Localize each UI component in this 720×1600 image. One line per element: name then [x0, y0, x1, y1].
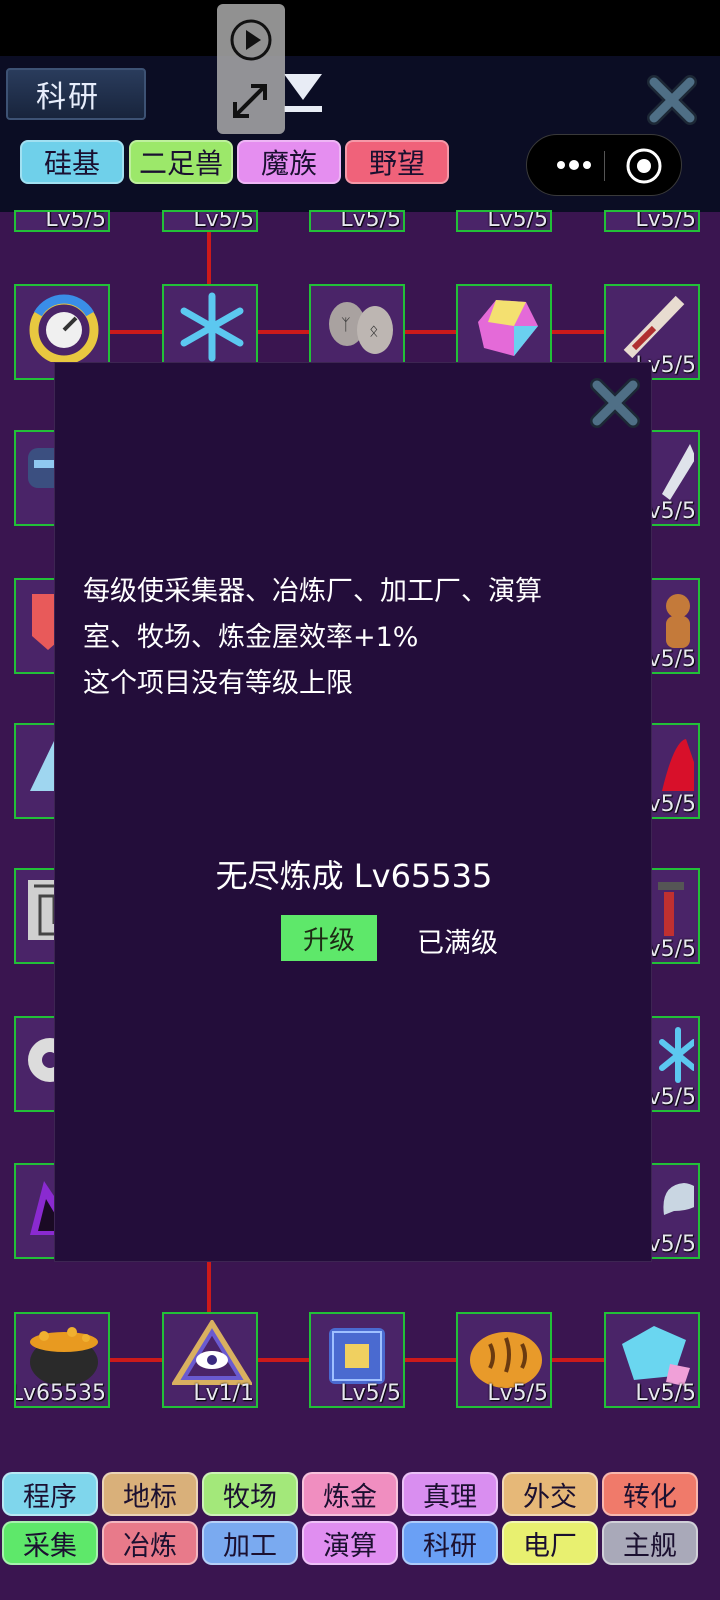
research-node[interactable]: Lv5/5: [309, 210, 405, 232]
expand-icon[interactable]: [225, 76, 275, 126]
node-level: v5/5: [647, 792, 696, 817]
node-level: Lv5/5: [193, 210, 254, 232]
nav-landmark[interactable]: 地标: [102, 1472, 198, 1516]
node-level: Lv5/5: [487, 1381, 548, 1406]
node-level: v5/5: [647, 1085, 696, 1110]
node-level: Lv5/5: [45, 210, 106, 232]
nav-power-plant[interactable]: 电厂: [502, 1521, 598, 1565]
play-icon[interactable]: [229, 18, 273, 62]
close-icon[interactable]: [644, 72, 700, 128]
research-node[interactable]: Lv5/5: [456, 210, 552, 232]
node-level: Lv65535: [14, 1381, 106, 1406]
node-level: v5/5: [647, 499, 696, 524]
research-node[interactable]: Lv5/5: [604, 210, 700, 232]
nav-program[interactable]: 程序: [2, 1472, 98, 1516]
max-level-label: 已满级: [417, 928, 498, 959]
node-level: v5/5: [647, 1232, 696, 1257]
node-level: Lv5/5: [635, 1381, 696, 1406]
tab-silicon[interactable]: 硅基: [20, 140, 124, 184]
more-icon[interactable]: [549, 155, 599, 175]
nav-alchemy[interactable]: 炼金: [302, 1472, 398, 1516]
research-detail-dialog: 每级使采集器、冶炼厂、加工厂、演算 室、牧场、炼金屋效率+1% 这个项目没有等级…: [54, 362, 652, 1262]
node-level: Lv5/5: [635, 210, 696, 232]
nav-compute[interactable]: 演算: [302, 1521, 398, 1565]
connector-line: [207, 1262, 211, 1312]
node-level: Lv5/5: [340, 1381, 401, 1406]
connector-line: [207, 232, 211, 284]
nav-smelt[interactable]: 冶炼: [102, 1521, 198, 1565]
research-node[interactable]: Lv5/5: [604, 1312, 700, 1408]
nav-truth[interactable]: 真理: [402, 1472, 498, 1516]
status-bar: [0, 0, 720, 56]
node-level: v5/5: [647, 937, 696, 962]
nav-ranch[interactable]: 牧场: [202, 1472, 298, 1516]
research-description: 每级使采集器、冶炼厂、加工厂、演算 室、牧场、炼金屋效率+1% 这个项目没有等级…: [83, 576, 542, 699]
research-node[interactable]: Lv5/5: [309, 1312, 405, 1408]
upgrade-button[interactable]: 升级: [281, 915, 377, 961]
floating-toolbar[interactable]: [217, 4, 285, 134]
node-level: Lv1/1: [193, 1381, 254, 1406]
tab-demon[interactable]: 魔族: [237, 140, 341, 184]
cauldron-icon: [30, 1327, 98, 1386]
miniprogram-capsule: [526, 134, 682, 196]
research-node[interactable]: Lv5/5: [14, 210, 110, 232]
research-node[interactable]: Lv5/5: [456, 1312, 552, 1408]
nav-process[interactable]: 加工: [202, 1521, 298, 1565]
chip-icon: [329, 1328, 385, 1384]
crystal-icon: [622, 1326, 690, 1386]
logo-icon: [284, 74, 322, 112]
rune-stones-icon: ᛉ ᛟ: [329, 302, 393, 354]
capsule-divider: [604, 151, 605, 181]
nav-gather[interactable]: 采集: [2, 1521, 98, 1565]
node-level: Lv5/5: [340, 210, 401, 232]
node-level: v5/5: [647, 647, 696, 672]
page-title: 科研: [6, 68, 146, 120]
snowflake-icon: [180, 292, 244, 362]
nav-diplomacy[interactable]: 外交: [502, 1472, 598, 1516]
crystal-gem-icon: [478, 300, 538, 356]
sword-icon: [623, 295, 685, 359]
gauge-icon: [29, 294, 99, 362]
nav-mothership[interactable]: 主舰: [602, 1521, 698, 1565]
svg-text:ᛟ: ᛟ: [369, 321, 379, 340]
nav-research[interactable]: 科研: [402, 1521, 498, 1565]
node-level: Lv5/5: [487, 210, 548, 232]
eye-triangle-icon: [172, 1320, 252, 1385]
nav-convert[interactable]: 转化: [602, 1472, 698, 1516]
svg-text:ᛉ: ᛉ: [341, 315, 351, 334]
bread-icon: [470, 1332, 542, 1388]
research-name-level: 无尽炼成 Lv65535: [215, 857, 493, 895]
research-node[interactable]: Lv5/5: [162, 210, 258, 232]
close-miniprogram-icon[interactable]: [625, 147, 663, 185]
tab-ambition[interactable]: 野望: [345, 140, 449, 184]
research-node[interactable]: Lv65535: [14, 1312, 110, 1408]
tab-biped[interactable]: 二足兽: [129, 140, 233, 184]
close-icon[interactable]: [587, 375, 643, 431]
research-node[interactable]: Lv1/1: [162, 1312, 258, 1408]
